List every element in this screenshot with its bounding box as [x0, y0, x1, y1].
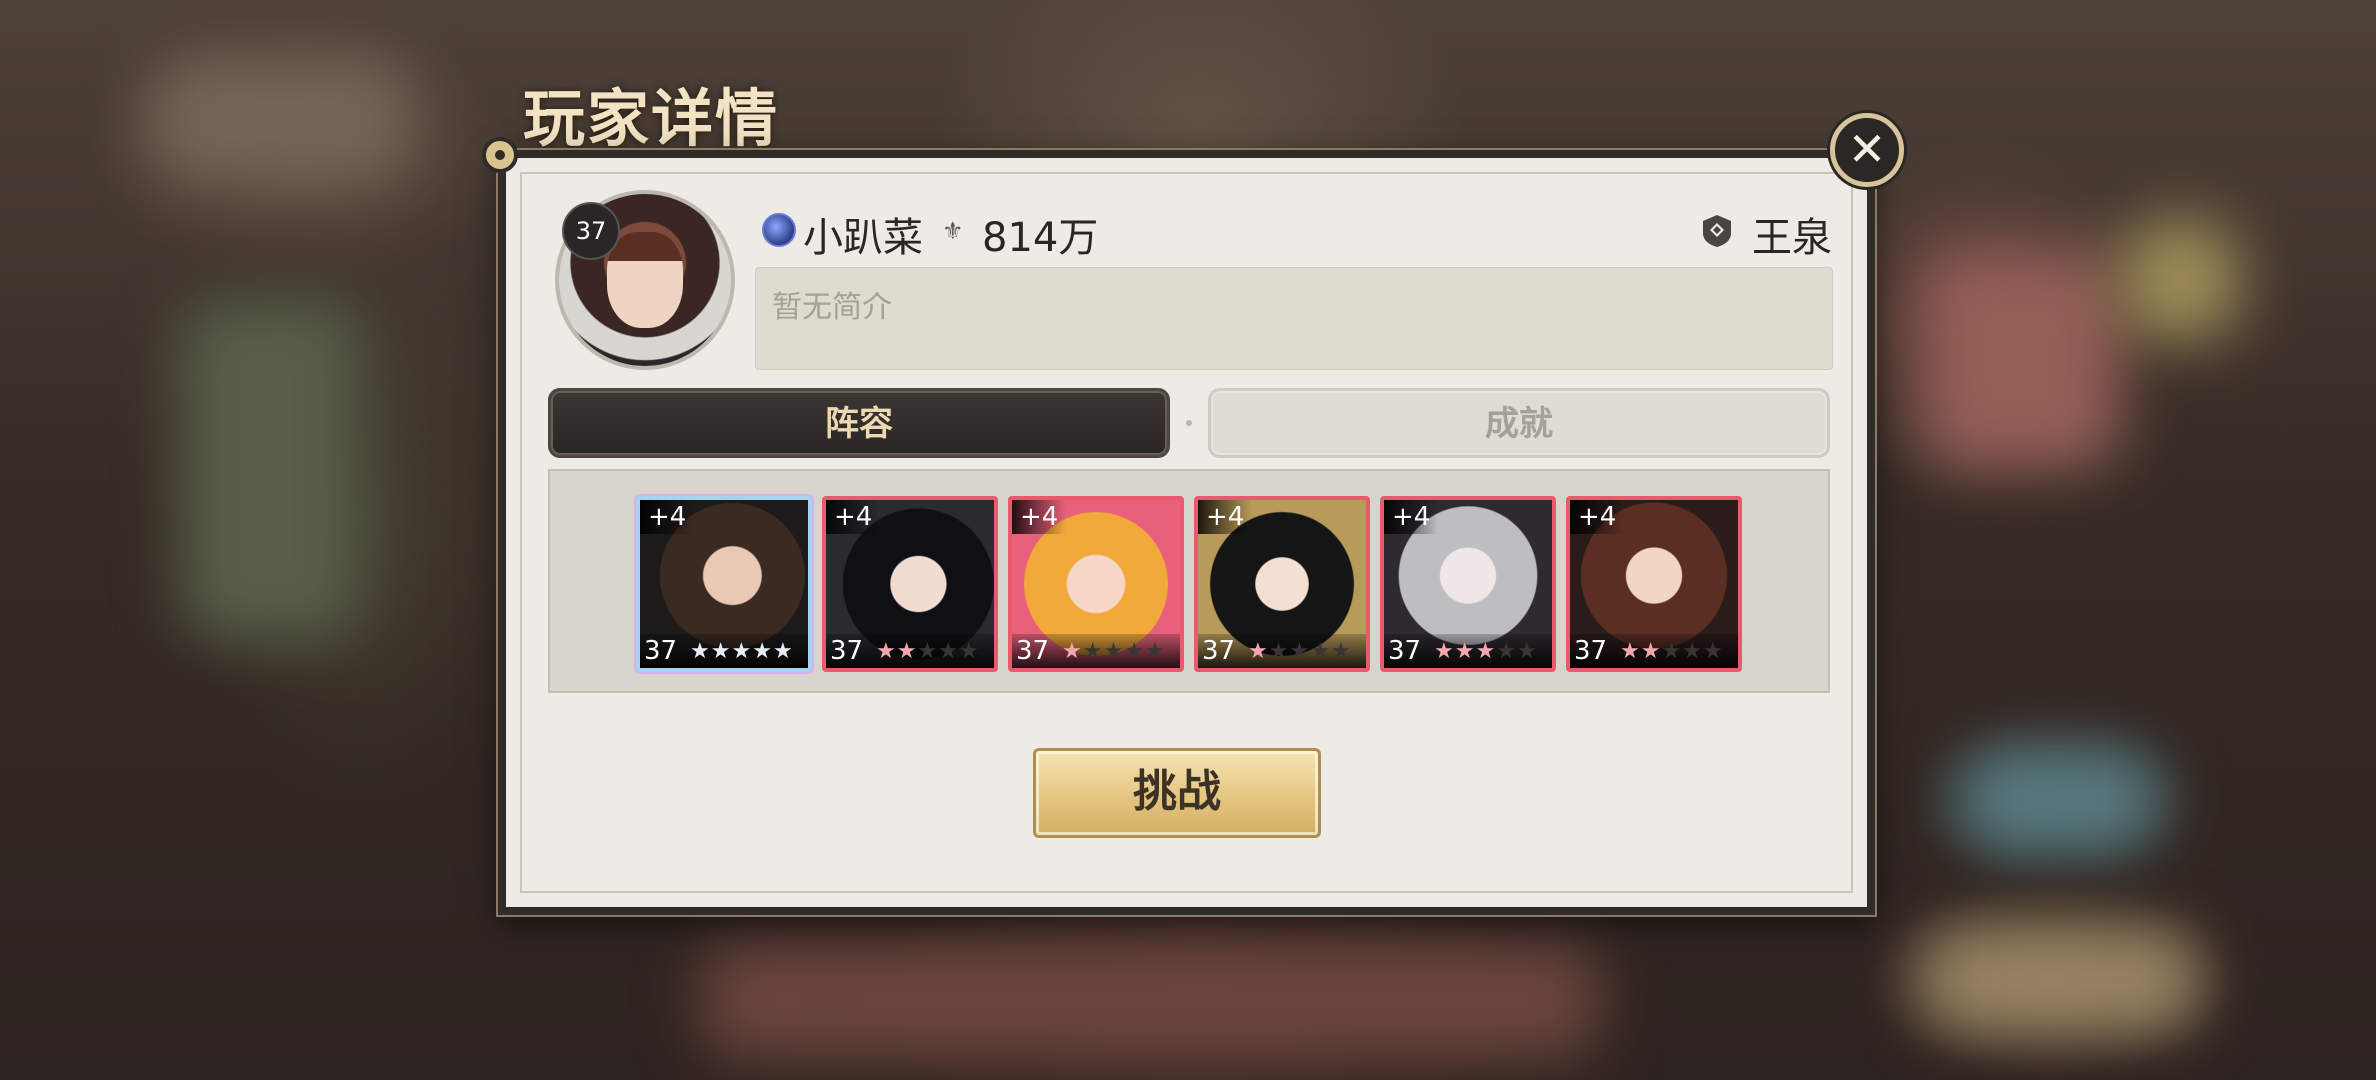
star-icon: ★: [1124, 639, 1145, 664]
star-icon: ★: [1268, 639, 1290, 664]
hero-stars: ★★★★★: [690, 639, 794, 664]
hero-enhance-badge: +4: [1012, 500, 1067, 534]
hero-enhance-badge: +4: [1384, 500, 1439, 534]
panel-pin-icon: [482, 137, 518, 173]
guild-shield-icon: [1703, 215, 1731, 247]
star-icon: ★: [1103, 639, 1125, 664]
page-title: 玩家详情: [523, 82, 780, 155]
hero-card[interactable]: +4 37 ★★★★★: [1566, 496, 1742, 672]
challenge-button[interactable]: 挑战: [1033, 748, 1321, 838]
hero-stars: ★★★★★: [1062, 639, 1166, 664]
star-icon: ★: [1682, 639, 1703, 664]
star-icon: ★: [1310, 639, 1331, 664]
hero-stars: ★★★★★: [1248, 639, 1352, 664]
star-icon: ★: [958, 639, 980, 664]
star-icon: ★: [1640, 639, 1662, 664]
star-icon: ★: [1496, 639, 1517, 664]
hero-card[interactable]: +4 37 ★★★★★: [1194, 496, 1370, 672]
hero-level: 37: [830, 636, 864, 666]
hero-stars: ★★★★★: [1434, 639, 1538, 664]
avatar-portrait: [607, 232, 683, 328]
star-icon: ★: [1082, 639, 1104, 664]
star-icon: ★: [1702, 639, 1724, 664]
hero-level: 37: [1202, 636, 1236, 666]
hero-level: 37: [1388, 636, 1422, 666]
rank-emblem-icon: [762, 213, 796, 247]
hero-enhance-badge: +4: [1198, 500, 1253, 534]
hero-level: 37: [644, 636, 678, 666]
player-name: 小趴菜: [803, 215, 923, 261]
tab-achievements[interactable]: 成就: [1208, 388, 1830, 458]
star-icon: ★: [1248, 639, 1269, 664]
hero-enhance-badge: +4: [640, 500, 695, 534]
hero-stars: ★★★★★: [1620, 639, 1724, 664]
star-icon: ★: [1516, 639, 1538, 664]
close-icon: ✕: [1847, 122, 1887, 176]
hero-level: 37: [1574, 636, 1608, 666]
star-icon: ★: [1661, 639, 1683, 664]
tab-lineup[interactable]: 阵容: [548, 388, 1170, 458]
star-icon: ★: [1144, 639, 1166, 664]
star-icon: ★: [917, 639, 939, 664]
hero-stars: ★★★★★: [876, 639, 980, 664]
star-icon: ★: [1330, 639, 1352, 664]
star-icon: ★: [1454, 639, 1476, 664]
hero-enhance-badge: +4: [826, 500, 881, 534]
star-icon: ★: [1620, 639, 1641, 664]
bio-field: 暂无简介: [755, 267, 1833, 370]
star-icon: ★: [710, 639, 732, 664]
guild-name[interactable]: 王泉: [1752, 205, 1832, 263]
player-power: 814万: [982, 215, 1099, 261]
power-icon: ⚜: [942, 217, 964, 245]
star-icon: ★: [1475, 639, 1497, 664]
hero-level: 37: [1016, 636, 1050, 666]
star-icon: ★: [1062, 639, 1083, 664]
hero-card[interactable]: +4 37 ★★★★★: [636, 496, 812, 672]
star-icon: ★: [772, 639, 794, 664]
star-icon: ★: [896, 639, 918, 664]
star-icon: ★: [1434, 639, 1455, 664]
star-icon: ★: [690, 639, 711, 664]
hero-card[interactable]: +4 37 ★★★★★: [1380, 496, 1556, 672]
player-level-badge: 37: [562, 202, 620, 260]
star-icon: ★: [731, 639, 753, 664]
tab-divider-dot: [1186, 420, 1192, 426]
star-icon: ★: [938, 639, 959, 664]
close-button[interactable]: ✕: [1830, 113, 1904, 187]
hero-card[interactable]: +4 37 ★★★★★: [1008, 496, 1184, 672]
hero-enhance-badge: +4: [1570, 500, 1625, 534]
star-icon: ★: [1289, 639, 1311, 664]
star-icon: ★: [876, 639, 897, 664]
hero-card[interactable]: +4 37 ★★★★★: [822, 496, 998, 672]
star-icon: ★: [752, 639, 773, 664]
